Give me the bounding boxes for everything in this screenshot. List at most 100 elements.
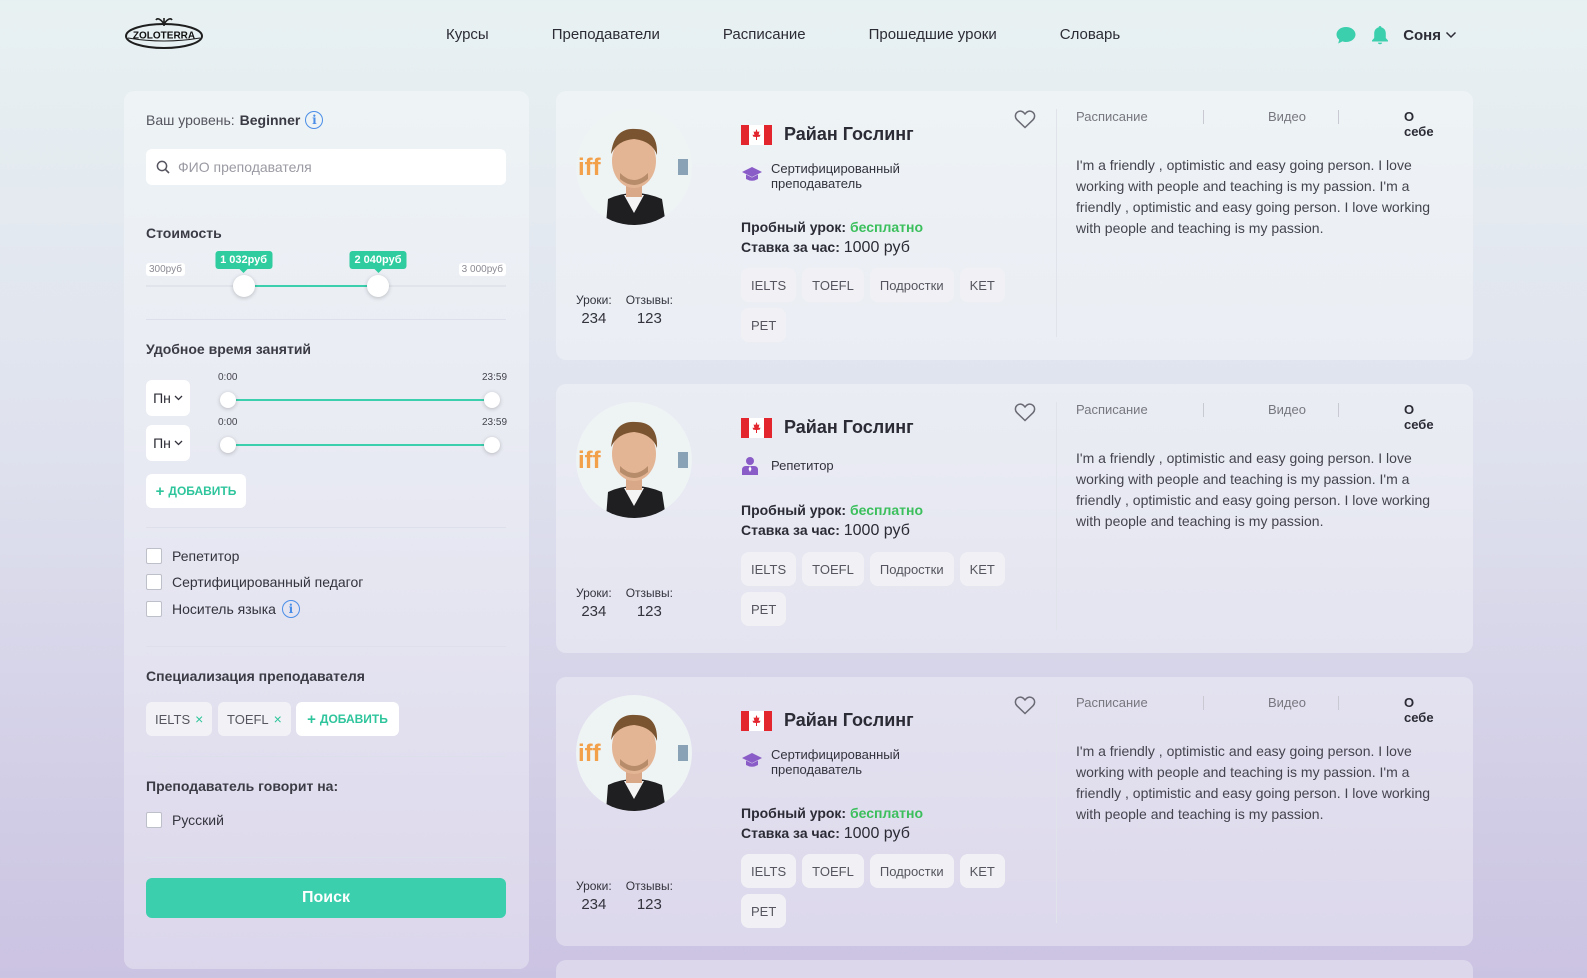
time-track xyxy=(228,444,492,446)
zoloterra-logo[interactable]: ZOLOTERRA xyxy=(124,14,204,52)
divider xyxy=(146,527,506,528)
lessons-count: 234 xyxy=(581,310,607,327)
tab-about[interactable]: О себе xyxy=(1404,695,1436,725)
price-from-handle[interactable] xyxy=(232,275,255,297)
tab-schedule[interactable]: Расписание xyxy=(1076,109,1148,124)
lessons-label: Уроки: xyxy=(576,586,612,600)
info-icon[interactable]: i xyxy=(281,600,300,618)
tab-video[interactable]: Видео xyxy=(1268,109,1306,124)
lessons-label: Уроки: xyxy=(576,879,612,893)
nav-teachers[interactable]: Преподаватели xyxy=(552,26,660,43)
checkbox-label: Репетитор xyxy=(172,548,240,564)
add-time-button[interactable]: + ДОБАВИТЬ xyxy=(146,474,246,508)
teacher-tag[interactable]: Подростки xyxy=(869,854,954,888)
tab-schedule[interactable]: Расписание xyxy=(1076,402,1148,417)
tab-separator xyxy=(1203,696,1204,710)
tab-video[interactable]: Видео xyxy=(1268,402,1306,417)
teacher-tag[interactable]: Подростки xyxy=(869,268,954,302)
teacher-stats: Уроки: 234 Отзывы: 123 xyxy=(576,879,673,913)
teacher-tag[interactable]: KET xyxy=(959,552,1005,586)
teacher-search-box xyxy=(146,149,506,185)
heart-icon[interactable] xyxy=(1014,695,1036,720)
day-select[interactable]: Пн xyxy=(146,425,190,461)
teacher-badge: Сертифицированный преподаватель xyxy=(771,161,900,191)
price-range-slider[interactable]: 300руб 3 000руб 1 032руб 2 040руб xyxy=(146,251,506,297)
time-to-handle[interactable] xyxy=(484,437,500,453)
nav-courses[interactable]: Курсы xyxy=(446,26,489,43)
tab-about[interactable]: О себе xyxy=(1404,402,1436,432)
heart-icon[interactable] xyxy=(1014,402,1036,427)
checkbox[interactable] xyxy=(146,574,162,590)
bell-icon[interactable] xyxy=(1369,24,1391,46)
search-button[interactable]: Поиск xyxy=(146,878,506,918)
teacher-tag[interactable]: TOEFL xyxy=(802,268,864,302)
teacher-tag[interactable]: PET xyxy=(741,308,787,342)
chip-label: IELTS xyxy=(155,711,191,727)
tab-about[interactable]: О себе xyxy=(1404,109,1436,139)
lessons-stat: Уроки: 234 xyxy=(576,293,612,327)
teacher-tag[interactable]: KET xyxy=(959,268,1005,302)
teacher-card-partial xyxy=(556,960,1473,978)
day-select-value: Пн xyxy=(153,435,171,451)
lessons-stat: Уроки: 234 xyxy=(576,586,612,620)
svg-text:iff: iff xyxy=(578,740,602,767)
day-select[interactable]: Пн xyxy=(146,380,190,416)
nav-past-lessons[interactable]: Прошедшие уроки xyxy=(869,26,997,43)
close-icon[interactable]: × xyxy=(195,711,203,727)
nav-schedule[interactable]: Расписание xyxy=(723,26,806,43)
add-time-label: ДОБАВИТЬ xyxy=(168,484,237,498)
tab-schedule[interactable]: Расписание xyxy=(1076,695,1148,710)
close-icon[interactable]: × xyxy=(274,711,282,727)
rate-value: 1000 руб xyxy=(843,239,910,256)
teacher-photo[interactable]: iff xyxy=(576,109,692,225)
teacher-photo[interactable]: iff xyxy=(576,695,692,811)
teacher-tag[interactable]: TOEFL xyxy=(802,552,864,586)
info-icon[interactable]: i xyxy=(305,111,324,129)
teacher-search-input[interactable] xyxy=(178,159,478,175)
teacher-tabs: Расписание Видео О себе xyxy=(1076,695,1436,725)
teacher-tag[interactable]: PET xyxy=(741,894,787,928)
tab-video[interactable]: Видео xyxy=(1268,695,1306,710)
teacher-tag[interactable]: IELTS xyxy=(741,854,797,888)
teacher-name[interactable]: Райан Гослинг xyxy=(784,710,914,731)
chat-icon[interactable] xyxy=(1335,24,1357,46)
teacher-name[interactable]: Райан Гослинг xyxy=(784,417,914,438)
person-icon xyxy=(742,457,758,475)
logo-text: ZOLOTERRA xyxy=(133,31,195,42)
filter-certified[interactable]: Сертифицированный педагог xyxy=(146,574,363,590)
tab-separator xyxy=(1203,110,1204,124)
time-from-handle[interactable] xyxy=(220,437,236,453)
teacher-tabs: Расписание Видео О себе xyxy=(1076,109,1436,139)
price-to-handle[interactable] xyxy=(367,275,389,297)
teacher-tag[interactable]: KET xyxy=(959,854,1005,888)
time-row: Пн 0:00 23:59 xyxy=(146,417,507,463)
checkbox[interactable] xyxy=(146,601,162,617)
teacher-tag[interactable]: PET xyxy=(741,592,787,626)
divider xyxy=(146,646,506,647)
teacher-name[interactable]: Райан Гослинг xyxy=(784,124,914,145)
nav-dictionary[interactable]: Словарь xyxy=(1060,26,1120,43)
add-specialization-label: ДОБАВИТЬ xyxy=(319,712,388,726)
add-specialization-button[interactable]: + ДОБАВИТЬ xyxy=(296,702,399,736)
teacher-tag[interactable]: Подростки xyxy=(869,552,954,586)
checkbox[interactable] xyxy=(146,548,162,564)
teacher-photo[interactable]: iff xyxy=(576,402,692,518)
time-from-handle[interactable] xyxy=(220,392,236,408)
divider xyxy=(146,857,506,858)
teacher-tag[interactable]: IELTS xyxy=(741,268,797,302)
filter-tutor[interactable]: Репетитор xyxy=(146,548,239,564)
teacher-tag[interactable]: IELTS xyxy=(741,552,797,586)
checkbox[interactable] xyxy=(146,812,162,828)
filter-language-russian[interactable]: Русский xyxy=(146,812,224,828)
filter-native[interactable]: Носитель языка i xyxy=(146,600,300,618)
teacher-tag[interactable]: TOEFL xyxy=(802,854,864,888)
rate-value: 1000 руб xyxy=(843,522,910,539)
plus-icon: + xyxy=(155,482,165,500)
time-to-handle[interactable] xyxy=(484,392,500,408)
user-menu[interactable]: Соня xyxy=(1403,27,1457,44)
badge-icon-wrap xyxy=(741,456,759,481)
rate-value: 1000 руб xyxy=(843,825,910,842)
chevron-down-icon xyxy=(174,440,183,446)
heart-icon[interactable] xyxy=(1014,109,1036,134)
svg-text:iff: iff xyxy=(578,154,602,181)
